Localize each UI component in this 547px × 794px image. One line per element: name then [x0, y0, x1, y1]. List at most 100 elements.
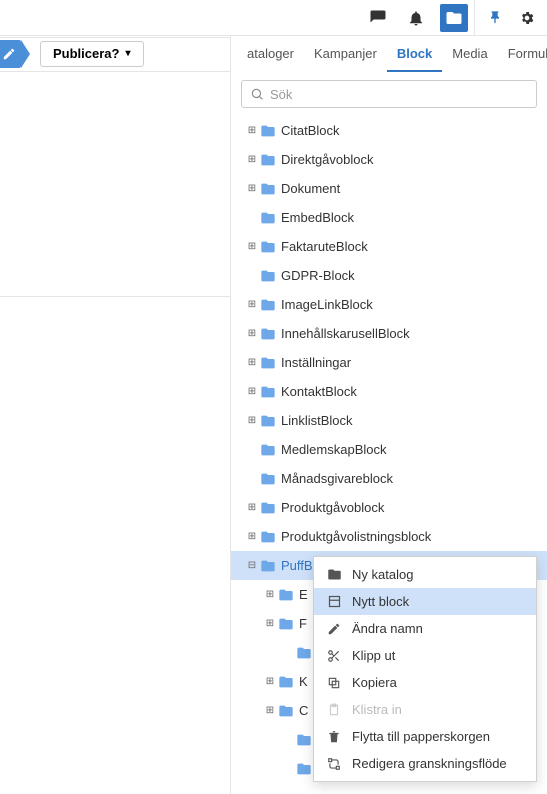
tree-row[interactable]: ⊞CitatBlock	[231, 116, 547, 145]
tree-item-label: Produktgåvolistningsblock	[281, 529, 431, 544]
ctx-rename[interactable]: Ändra namn	[314, 615, 536, 642]
tree-row[interactable]: ⊞ Produktgåvolistningsblock	[231, 522, 547, 551]
folder-icon	[259, 151, 277, 169]
expand-icon[interactable]: ⊞	[245, 299, 259, 310]
folder-icon	[259, 354, 277, 372]
search-icon	[250, 87, 264, 101]
tree-row[interactable]: ⊞MedlemskapBlock	[231, 435, 547, 464]
tree-item-label: C	[299, 703, 308, 718]
expand-icon[interactable]: ⊞	[245, 154, 259, 165]
tree-item-label: Inställningar	[281, 355, 351, 370]
expand-icon[interactable]: ⊞	[245, 328, 259, 339]
collapse-icon[interactable]: ⊟	[245, 560, 259, 571]
ctx-label: Ändra namn	[352, 621, 423, 636]
expand-icon[interactable]: ⊞	[263, 705, 277, 716]
tabs-row: ataloger Kampanjer Block Media Formulär …	[231, 36, 547, 72]
expand-icon[interactable]: ⊞	[245, 386, 259, 397]
folder-icon	[295, 760, 313, 778]
tree-row[interactable]: ⊞ Inställningar	[231, 348, 547, 377]
tree-item-label: LinklistBlock	[281, 413, 353, 428]
ctx-paste: Klistra in	[314, 696, 536, 723]
tab-campaigns[interactable]: Kampanjer	[304, 36, 387, 72]
tree-item-label: K	[299, 674, 308, 689]
expand-icon[interactable]: ⊞	[263, 676, 277, 687]
tree-row[interactable]: ⊞ Direktgåvoblock	[231, 145, 547, 174]
tree-row[interactable]: ⊞ImageLinkBlock	[231, 290, 547, 319]
ctx-edit-review[interactable]: Redigera granskningsflöde	[314, 750, 536, 777]
folder-icon	[259, 557, 277, 575]
folder-icon	[259, 209, 277, 227]
toolbar-left	[0, 4, 474, 32]
block-icon	[326, 594, 342, 609]
comment-icon[interactable]	[364, 4, 392, 32]
tree-item-label: Månadsgivareblock	[281, 471, 393, 486]
bell-icon[interactable]	[402, 4, 430, 32]
toolbar-right	[474, 0, 547, 35]
folder-icon	[259, 325, 277, 343]
expand-icon[interactable]: ⊞	[245, 502, 259, 513]
expand-icon[interactable]: ⊞	[263, 618, 277, 629]
folder-icon	[259, 296, 277, 314]
ctx-label: Ny katalog	[352, 567, 413, 582]
folder-icon	[277, 702, 295, 720]
folder-icon	[259, 267, 277, 285]
scissors-icon	[326, 649, 342, 663]
folder-icon	[277, 615, 295, 633]
ctx-label: Flytta till papperskorgen	[352, 729, 490, 744]
folder-icon	[259, 499, 277, 517]
ctx-new-folder[interactable]: Ny katalog	[314, 561, 536, 588]
tree-item-label: FaktaruteBlock	[281, 239, 368, 254]
tab-forms[interactable]: Formulär	[498, 36, 547, 72]
expand-icon[interactable]: ⊞	[245, 531, 259, 542]
folder-icon	[277, 586, 295, 604]
tab-catalogs[interactable]: ataloger	[237, 36, 304, 72]
ctx-label: Klistra in	[352, 702, 402, 717]
tree-row[interactable]: ⊞ LinklistBlock	[231, 406, 547, 435]
gear-icon[interactable]	[513, 4, 541, 32]
tree-row[interactable]: ⊞Månadsgivareblock	[231, 464, 547, 493]
tree-row[interactable]: ⊞ FaktaruteBlock	[231, 232, 547, 261]
search-wrap	[231, 72, 547, 116]
folder-icon	[259, 412, 277, 430]
tab-blocks[interactable]: Block	[387, 36, 442, 72]
tree-item-label: Direktgåvoblock	[281, 152, 374, 167]
tree-item-label: F	[299, 616, 307, 631]
tree-row[interactable]: ⊞Dokument	[231, 174, 547, 203]
expand-icon[interactable]: ⊞	[245, 183, 259, 194]
tree-row[interactable]: ⊞ InnehållskarusellBlock	[231, 319, 547, 348]
tree-row[interactable]: ⊞KontaktBlock	[231, 377, 547, 406]
search-input[interactable]	[270, 87, 528, 102]
folder-icon	[259, 122, 277, 140]
tab-media[interactable]: Media	[442, 36, 497, 72]
tree-row[interactable]: ⊞Produktgåvoblock	[231, 493, 547, 522]
expand-icon[interactable]: ⊞	[245, 241, 259, 252]
pin-icon[interactable]	[481, 4, 509, 32]
ctx-cut[interactable]: Klipp ut	[314, 642, 536, 669]
folder-icon	[259, 180, 277, 198]
ctx-copy[interactable]: Kopiera	[314, 669, 536, 696]
tree-item-label: InnehållskarusellBlock	[281, 326, 410, 341]
expand-icon[interactable]: ⊞	[263, 589, 277, 600]
ctx-label: Klipp ut	[352, 648, 395, 663]
folder-icon	[259, 528, 277, 546]
workflow-icon	[326, 757, 342, 771]
ctx-label: Kopiera	[352, 675, 397, 690]
folder-panel-toggle-icon[interactable]	[440, 4, 468, 32]
folder-icon	[259, 470, 277, 488]
tree-row[interactable]: ⊞GDPR-Block	[231, 261, 547, 290]
ctx-label: Nytt block	[352, 594, 409, 609]
tree-item-label: GDPR-Block	[281, 268, 355, 283]
folder-icon	[259, 238, 277, 256]
expand-icon[interactable]: ⊞	[245, 125, 259, 136]
ctx-trash[interactable]: Flytta till papperskorgen	[314, 723, 536, 750]
expand-icon[interactable]: ⊞	[245, 357, 259, 368]
left-content-area	[0, 72, 230, 794]
search-field[interactable]	[241, 80, 537, 108]
expand-icon[interactable]: ⊞	[245, 415, 259, 426]
tree-item-label: MedlemskapBlock	[281, 442, 387, 457]
tree-row[interactable]: ⊞EmbedBlock	[231, 203, 547, 232]
tree-item-label: E	[299, 587, 308, 602]
folder-icon	[259, 383, 277, 401]
ctx-new-block[interactable]: Nytt block	[314, 588, 536, 615]
paste-icon	[326, 703, 342, 717]
